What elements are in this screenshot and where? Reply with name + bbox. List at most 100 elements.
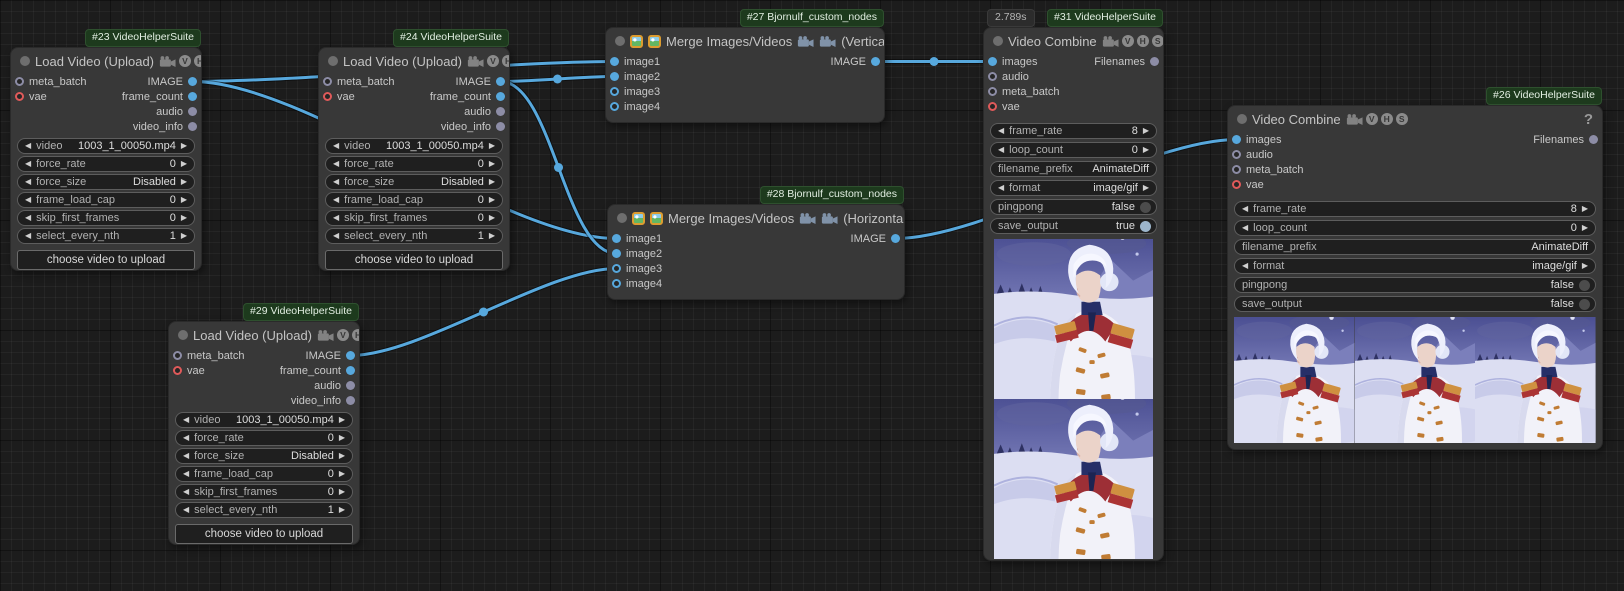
arrow-right-icon[interactable]: ▶ — [489, 196, 495, 204]
widget-frame-rate[interactable]: ◀frame_rate8▶ — [1234, 201, 1596, 217]
collapse-dot[interactable] — [328, 56, 338, 66]
input-slot-meta-batch[interactable] — [15, 77, 24, 86]
toggle-off-icon[interactable] — [1579, 280, 1590, 291]
arrow-right-icon[interactable]: ▶ — [489, 232, 495, 240]
arrow-right-icon[interactable]: ▶ — [1143, 146, 1149, 154]
output-slot-image[interactable] — [496, 77, 505, 86]
arrow-left-icon[interactable]: ◀ — [183, 452, 189, 460]
input-slot-image4[interactable] — [610, 102, 619, 111]
arrow-left-icon[interactable]: ◀ — [333, 196, 339, 204]
arrow-left-icon[interactable]: ◀ — [25, 232, 31, 240]
arrow-left-icon[interactable]: ◀ — [25, 142, 31, 150]
input-slot-meta-batch[interactable] — [1232, 165, 1241, 174]
widget-frame-load-cap[interactable]: ◀frame_load_cap0▶ — [17, 192, 195, 208]
input-slot-image2[interactable] — [612, 249, 621, 258]
widget-force-rate[interactable]: ◀force_rate0▶ — [175, 430, 353, 446]
node-video-combine-31[interactable]: #31 VideoHelperSuite 2.789s Video Combin… — [983, 27, 1164, 561]
widget-skip-first-frames[interactable]: ◀skip_first_frames0▶ — [325, 210, 503, 226]
arrow-right-icon[interactable]: ▶ — [1582, 205, 1588, 213]
widget-force-rate[interactable]: ◀force_rate0▶ — [325, 156, 503, 172]
widget-video[interactable]: ◀video1003_1_00050.mp4▶ — [325, 138, 503, 154]
arrow-right-icon[interactable]: ▶ — [339, 470, 345, 478]
collapse-dot[interactable] — [20, 56, 30, 66]
input-slot-vae[interactable] — [15, 92, 24, 101]
arrow-right-icon[interactable]: ▶ — [339, 434, 345, 442]
node-merge-vertically-27[interactable]: #27 Bjornulf_custom_nodes Merge Images/V… — [605, 27, 885, 123]
widget-save-output[interactable]: save_outputtrue — [990, 218, 1157, 234]
widget-select-every-nth[interactable]: ◀select_every_nth1▶ — [325, 228, 503, 244]
input-slot-image3[interactable] — [612, 264, 621, 273]
output-slot-audio[interactable] — [346, 381, 355, 390]
input-slot-image1[interactable] — [612, 234, 621, 243]
node-merge-horizontally-28[interactable]: #28 Bjornulf_custom_nodes Merge Images/V… — [607, 204, 905, 300]
collapse-dot[interactable] — [1237, 114, 1247, 124]
toggle-off-icon[interactable] — [1579, 299, 1590, 310]
arrow-left-icon[interactable]: ◀ — [183, 434, 189, 442]
widget-frame-load-cap[interactable]: ◀frame_load_cap0▶ — [175, 466, 353, 482]
input-slot-images[interactable] — [1232, 135, 1241, 144]
output-slot-video-info[interactable] — [346, 396, 355, 405]
output-slot-audio[interactable] — [496, 107, 505, 116]
collapse-dot[interactable] — [178, 330, 188, 340]
widget-loop-count[interactable]: ◀loop_count0▶ — [990, 142, 1157, 158]
arrow-left-icon[interactable]: ◀ — [1242, 224, 1248, 232]
input-slot-meta-batch[interactable] — [323, 77, 332, 86]
arrow-left-icon[interactable]: ◀ — [183, 506, 189, 514]
arrow-left-icon[interactable]: ◀ — [1242, 262, 1248, 270]
input-slot-vae[interactable] — [173, 366, 182, 375]
arrow-right-icon[interactable]: ▶ — [489, 214, 495, 222]
input-slot-meta-batch[interactable] — [988, 87, 997, 96]
widget-filename-prefix[interactable]: filename_prefixAnimateDiff — [1234, 239, 1596, 255]
toggle-off-icon[interactable] — [1140, 202, 1151, 213]
widget-force-size[interactable]: ◀force_sizeDisabled▶ — [175, 448, 353, 464]
collapse-dot[interactable] — [615, 36, 625, 46]
arrow-right-icon[interactable]: ▶ — [181, 214, 187, 222]
link-midpoint-dot[interactable] — [553, 75, 562, 84]
widget-loop-count[interactable]: ◀loop_count0▶ — [1234, 220, 1596, 236]
node-title-bar[interactable]: Merge Images/Videos (Horizontally) — [608, 205, 904, 231]
widget-skip-first-frames[interactable]: ◀skip_first_frames0▶ — [17, 210, 195, 226]
link-midpoint-dot[interactable] — [930, 57, 939, 66]
input-slot-images[interactable] — [988, 57, 997, 66]
widget-force-size[interactable]: ◀force_sizeDisabled▶ — [325, 174, 503, 190]
input-slot-audio[interactable] — [988, 72, 997, 81]
input-slot-image4[interactable] — [612, 279, 621, 288]
output-slot-frame-count[interactable] — [188, 92, 197, 101]
input-slot-image2[interactable] — [610, 72, 619, 81]
arrow-right-icon[interactable]: ▶ — [181, 232, 187, 240]
node-title-bar[interactable]: Load Video (Upload) V H S ? — [11, 48, 201, 74]
link-midpoint-dot[interactable] — [554, 163, 563, 172]
input-slot-vae[interactable] — [988, 102, 997, 111]
arrow-right-icon[interactable]: ▶ — [339, 506, 345, 514]
arrow-left-icon[interactable]: ◀ — [333, 160, 339, 168]
link-midpoint-dot[interactable] — [479, 308, 488, 317]
collapse-dot[interactable] — [993, 36, 1003, 46]
widget-force-rate[interactable]: ◀force_rate0▶ — [17, 156, 195, 172]
arrow-right-icon[interactable]: ▶ — [489, 142, 495, 150]
input-slot-image3[interactable] — [610, 87, 619, 96]
choose-video-button[interactable]: choose video to upload — [175, 524, 353, 544]
collapse-dot[interactable] — [617, 213, 627, 223]
help-icon[interactable]: ? — [1584, 111, 1593, 128]
node-video-combine-26[interactable]: #26 VideoHelperSuite Video Combine V H S… — [1227, 105, 1603, 450]
arrow-right-icon[interactable]: ▶ — [339, 452, 345, 460]
widget-select-every-nth[interactable]: ◀select_every_nth1▶ — [17, 228, 195, 244]
arrow-right-icon[interactable]: ▶ — [181, 178, 187, 186]
arrow-right-icon[interactable]: ▶ — [1582, 262, 1588, 270]
node-title-bar[interactable]: Load Video (Upload) V H S ? — [319, 48, 509, 74]
output-slot-image[interactable] — [891, 234, 900, 243]
output-slot-frame-count[interactable] — [346, 366, 355, 375]
arrow-left-icon[interactable]: ◀ — [333, 178, 339, 186]
arrow-right-icon[interactable]: ▶ — [339, 488, 345, 496]
arrow-right-icon[interactable]: ▶ — [181, 160, 187, 168]
arrow-left-icon[interactable]: ◀ — [998, 127, 1004, 135]
widget-frame-rate[interactable]: ◀frame_rate8▶ — [990, 123, 1157, 139]
arrow-right-icon[interactable]: ▶ — [1143, 127, 1149, 135]
widget-filename-prefix[interactable]: filename_prefixAnimateDiff — [990, 161, 1157, 177]
output-slot-audio[interactable] — [188, 107, 197, 116]
widget-format[interactable]: ◀formatimage/gif▶ — [990, 180, 1157, 196]
arrow-left-icon[interactable]: ◀ — [25, 160, 31, 168]
widget-save-output[interactable]: save_outputfalse — [1234, 296, 1596, 312]
widget-pingpong[interactable]: pingpongfalse — [990, 199, 1157, 215]
arrow-left-icon[interactable]: ◀ — [998, 184, 1004, 192]
